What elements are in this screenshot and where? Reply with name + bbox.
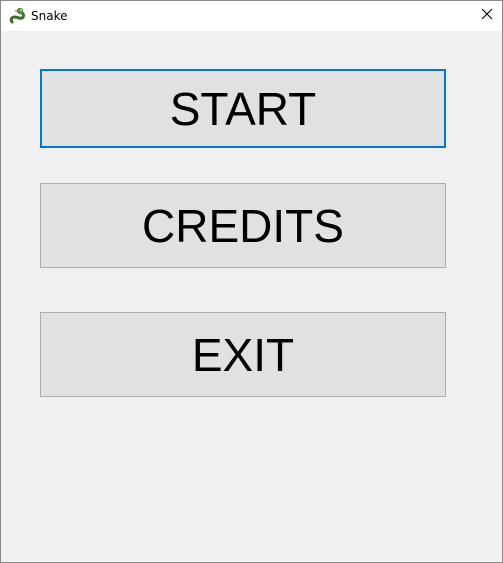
start-button[interactable]: START: [40, 69, 446, 148]
close-icon: [481, 7, 493, 25]
menu-area: START CREDITS EXIT: [1, 31, 502, 562]
snake-icon: [9, 7, 26, 24]
title-bar[interactable]: Snake: [1, 1, 502, 31]
credits-button[interactable]: CREDITS: [40, 183, 446, 268]
close-button[interactable]: [472, 1, 502, 31]
window-title: Snake: [31, 9, 68, 23]
snake-window: Snake START CREDITS EXIT: [0, 0, 503, 563]
exit-button[interactable]: EXIT: [40, 312, 446, 397]
